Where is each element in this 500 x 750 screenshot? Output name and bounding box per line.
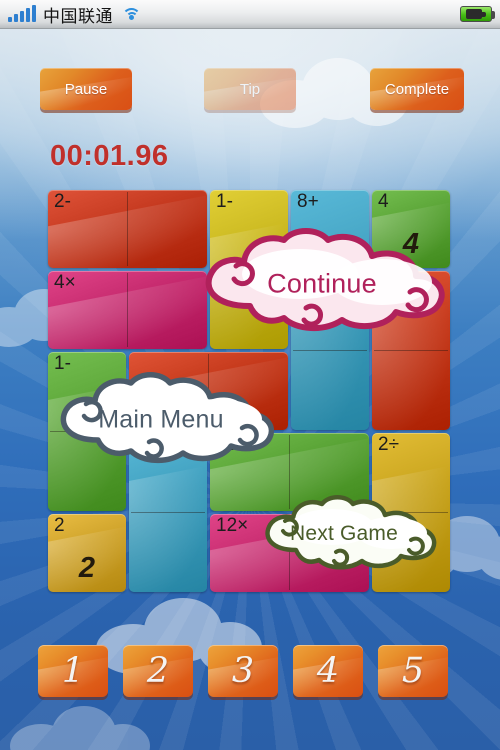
number-button-label: 4 <box>316 650 340 691</box>
puzzle-cage[interactable]: 4× <box>48 271 207 349</box>
cage-inner-divider <box>293 350 367 351</box>
cage-label: 8+ <box>297 191 319 212</box>
number-button-label: 5 <box>401 650 425 691</box>
carrier-label: 中国联通 <box>43 6 113 27</box>
puzzle-cage[interactable]: 22 <box>48 514 126 592</box>
cage-label: 2 <box>54 515 65 536</box>
game-timer: 00:01.96 <box>50 140 169 172</box>
number-button-label: 1 <box>61 650 85 691</box>
cloud-decoration <box>10 700 160 750</box>
cage-label: 4 <box>378 191 389 212</box>
number-button-2[interactable]: 2 <box>123 645 193 697</box>
cage-label: 12× <box>216 515 249 536</box>
cage-inner-divider <box>131 512 205 513</box>
pause-button[interactable]: Pause <box>40 68 132 110</box>
cage-label: 2÷ <box>378 434 399 455</box>
number-button-4[interactable]: 4 <box>293 645 363 697</box>
next-game-button[interactable]: Next Game <box>258 495 440 573</box>
number-button-label: 3 <box>231 650 255 691</box>
number-button-5[interactable]: 5 <box>378 645 448 697</box>
game-toolbar: Pause Tip Complete <box>0 68 500 120</box>
cage-inner-divider <box>374 350 448 351</box>
cage-label: 1- <box>216 191 233 212</box>
cage-label: 2- <box>54 191 71 212</box>
main-menu-button[interactable]: Main Menu <box>52 372 280 468</box>
number-button-3[interactable]: 3 <box>208 645 278 697</box>
tip-button[interactable]: Tip <box>204 68 296 110</box>
number-button-label: 2 <box>146 650 170 691</box>
complete-button[interactable]: Complete <box>370 68 464 110</box>
wifi-icon <box>122 6 142 22</box>
continue-button[interactable]: Continue <box>196 228 454 338</box>
status-bar: 中国联通 <box>0 0 500 29</box>
cell-value: 2 <box>78 552 96 584</box>
battery-charging-icon <box>460 6 495 22</box>
puzzle-cage[interactable]: 2- <box>48 190 207 268</box>
number-button-1[interactable]: 1 <box>38 645 108 697</box>
number-pad: 1 2 3 4 5 <box>0 645 500 705</box>
cell-gloss <box>129 463 207 592</box>
cage-label: 4× <box>54 272 76 293</box>
cage-inner-divider <box>127 192 128 266</box>
signal-bars-icon <box>8 4 36 22</box>
cage-inner-divider <box>127 273 128 347</box>
